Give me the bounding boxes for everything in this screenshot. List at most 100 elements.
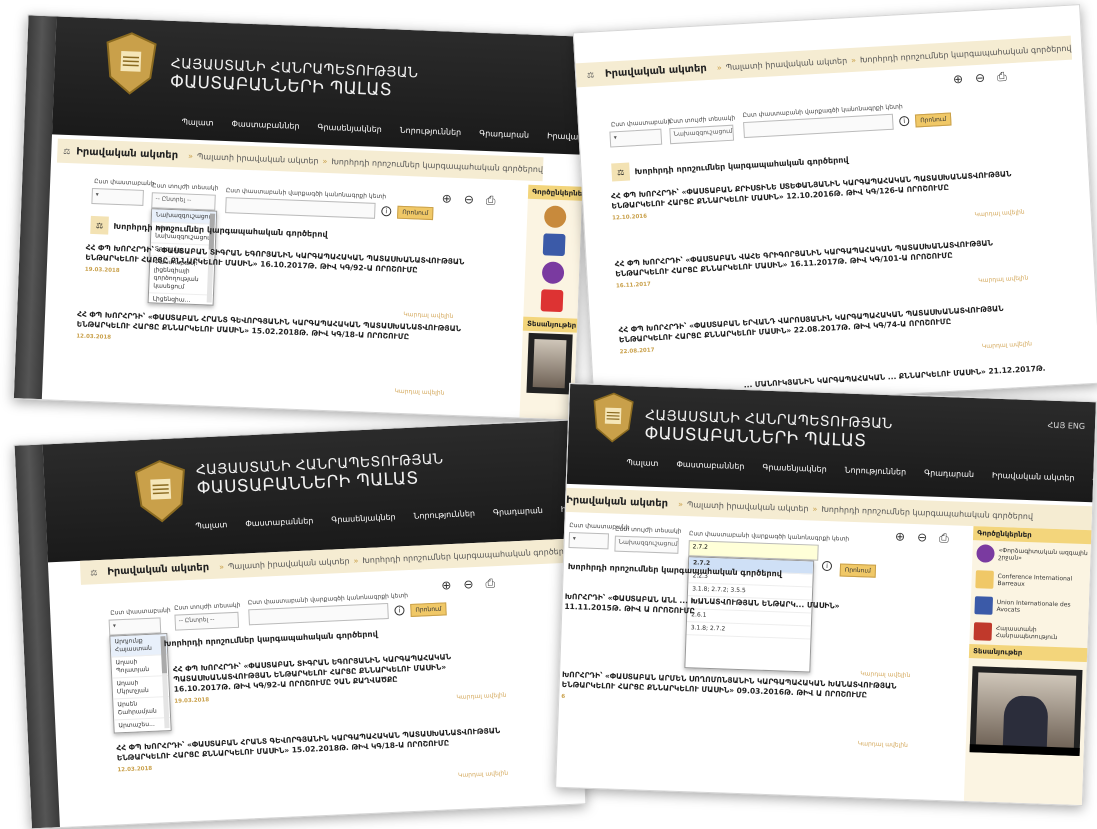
print-icon[interactable]: ⎙ (485, 576, 495, 591)
site-title: ՀԱՅԱՍՏԱՆԻ ՀԱՆՐԱՊԵՏՈՒԹՅԱՆ ՓԱՍՏԱԲԱՆՆԵՐԻ ՊԱ… (644, 407, 893, 452)
dropdown-option[interactable]: Արդյունք Հայաստան (110, 634, 168, 658)
breadcrumb-root[interactable]: Իրավական ակտեր (107, 562, 209, 578)
date-select[interactable]: ▾ (568, 531, 610, 550)
video-player[interactable] (969, 666, 1083, 756)
info-icon[interactable]: i (394, 605, 405, 616)
partner-name: Հայաստանի Հանրապետություն (995, 624, 1058, 642)
search-button[interactable]: Որոնում (397, 205, 434, 221)
nav-item[interactable]: Գրադարան (470, 128, 538, 140)
nav-item[interactable]: Նորություններ (836, 465, 916, 477)
read-more-link[interactable]: Կարդալ ավելին (978, 274, 1028, 284)
read-more-link[interactable]: Կարդալ ավելին (860, 670, 910, 679)
dropdown-option[interactable]: Լիցենզիա... (148, 293, 213, 306)
section-title: Խորհրդի որոշումներ կարգապահական գործերով (164, 629, 378, 648)
rule-text-input[interactable] (248, 602, 389, 626)
read-more-link[interactable]: Կարդալ ավելին (394, 388, 444, 397)
nav-item[interactable]: Գրասենյակներ (322, 512, 405, 525)
nav-item[interactable]: Պալատ (617, 458, 667, 469)
partner-logo-icon[interactable] (540, 289, 564, 313)
search-button[interactable]: Որոնում (839, 563, 877, 578)
zoom-in-icon[interactable]: ⊕ (895, 529, 906, 544)
nav-item[interactable]: Պալատ (172, 117, 222, 128)
read-more-link[interactable]: Կարդալ ավելին (858, 740, 908, 749)
site-title: ՀԱՅԱՍՏԱՆԻ ՀԱՆՐԱՊԵՏՈՒԹՅԱՆ ՓԱՍՏԱԲԱՆՆԵՐԻ ՊԱ… (170, 55, 419, 100)
print-icon[interactable]: ⎙ (486, 193, 496, 208)
lawyer-dropdown: Արդյունք Հայաստան Աղասի Պոլատյան Աղասի Մ… (109, 633, 172, 734)
breadcrumb-sep-icon: » (716, 62, 722, 72)
section-title-text: Խորհրդի որոշումներ կարգապահական գործերով (113, 221, 328, 239)
date-select[interactable]: ▾ (609, 128, 663, 148)
nav-item[interactable]: Փաստաբաններ (667, 459, 753, 471)
main-nav: Պալատ Փաստաբաններ Գրասենյակներ Նորությու… (172, 117, 589, 144)
breadcrumb-level2[interactable]: Պալատի իրավական ակտեր (687, 500, 809, 513)
type-select[interactable]: Նախազգուշացում (614, 535, 679, 554)
list-item[interactable]: ՀՀ ՓՊ ԽՈՐՀՐԴԻ՝ «ՓԱՍՏԱԲԱՆ ՏԻԳՐԱՆ ԵԳՈՐՅԱՆԻ… (173, 650, 495, 706)
nav-item[interactable]: Փաստաբաններ (236, 516, 322, 529)
video-title: Տեսանյութեր (968, 644, 1090, 663)
read-more-link[interactable]: Կարդալ ավելին (974, 209, 1024, 219)
breadcrumb-root[interactable]: Իրավական ակտեր (566, 494, 668, 509)
rule-text-input[interactable] (225, 197, 376, 219)
partner-logo-icon[interactable] (541, 261, 565, 285)
partner-logo-icon[interactable] (543, 205, 567, 229)
nav-item[interactable]: Իրավական ակտեր (983, 470, 1084, 483)
nav-item[interactable]: Փաստաբաններ (222, 119, 308, 131)
date-select[interactable]: ▾ (91, 187, 144, 206)
partner-logo-icon (974, 596, 994, 615)
dropdown-option[interactable]: Արսեն Շահրամյան (113, 697, 171, 721)
breadcrumb-level2[interactable]: Պալատի իրավական ակտեր (725, 56, 847, 72)
print-icon[interactable]: ⎙ (939, 531, 949, 546)
list-item[interactable]: ՀՀ ՓՊ ԽՈՐՀՐԴԻ՝ «ՓԱՍՏԱԲԱՆ ՏԻԳՐԱՆ ԵԳՈՐՅԱՆԻ… (85, 243, 466, 290)
language-switch[interactable]: ՀԱՅ ENG (1047, 421, 1085, 431)
info-icon[interactable]: i (821, 560, 833, 572)
nav-item[interactable]: Նորություններ (404, 509, 484, 522)
nav-item[interactable]: Գրասենյակներ (753, 462, 836, 474)
search-button[interactable]: Որոնում (914, 112, 952, 128)
info-icon[interactable]: i (898, 115, 910, 127)
dropdown-option[interactable]: Արտաշես... (114, 717, 171, 734)
nav-item[interactable]: Նորություններ (391, 125, 471, 137)
breadcrumb-level2[interactable]: Պալատի իրավական ակտեր (197, 151, 319, 165)
breadcrumb-level2[interactable]: Պալատի իրավական ակտեր (228, 556, 350, 571)
site-header: ՀԱՅԱՍՏԱՆԻ ՀԱՆՐԱՊԵՏՈՒԹՅԱՆ ՓԱՍՏԱԲԱՆՆԵՐԻ ՊԱ… (52, 16, 589, 155)
screenshot-card-3: ՀԱՅԱՍՏԱՆԻ ՀԱՆՐԱՊԵՏՈՒԹՅԱՆ ՓԱՍՏԱԲԱՆՆԵՐԻ ՊԱ… (13, 419, 587, 829)
breadcrumb-sep-icon: » (850, 55, 857, 65)
video-title: Տեսանյութեր (522, 316, 580, 333)
zoom-in-icon[interactable]: ⊕ (953, 72, 964, 88)
type-select[interactable]: Նախազգուշացում (669, 124, 735, 145)
nav-item[interactable]: Հետադարձ կապ (1083, 474, 1097, 486)
logo-emblem-icon[interactable] (588, 389, 638, 447)
nav-item[interactable]: Գրադարան (915, 468, 983, 479)
nav-item[interactable]: Գրասենյակներ (308, 122, 391, 134)
dropdown-option[interactable]: Աղասի Մկրտչյան (112, 676, 170, 700)
read-more-link[interactable]: Կարդալ ավելին (456, 692, 506, 701)
scales-icon: ⚖ (586, 69, 595, 80)
partner-name: Union Internationale des Avocats (996, 598, 1071, 614)
read-more-link[interactable]: Կարդալ ավելին (982, 340, 1032, 350)
dropdown-option[interactable]: Աղասի Պոլատյան (111, 655, 169, 679)
zoom-out-icon[interactable]: ⊖ (975, 71, 986, 87)
breadcrumb-root[interactable]: Իրավական ակտեր (76, 146, 178, 161)
scales-icon: ⚖ (90, 567, 98, 577)
zoom-out-icon[interactable]: ⊖ (463, 577, 474, 592)
nav-item[interactable]: Գրադարան (484, 505, 552, 517)
zoom-out-icon[interactable]: ⊖ (917, 530, 928, 545)
print-icon[interactable]: ⎙ (997, 69, 1007, 85)
nav-item[interactable]: Պալատ (186, 520, 236, 531)
partner-logo-icon[interactable] (542, 233, 566, 257)
zoom-in-icon[interactable]: ⊕ (441, 578, 452, 593)
list-item[interactable]: ՀՀ ՓՊ ԽՈՐՀՐԴԻ՝ «ՓԱՍՏԱԲԱՆ ՀՐԱՆՏ ԳԵՎՈՐԳՅԱՆ… (116, 725, 517, 775)
zoom-out-icon[interactable]: ⊖ (464, 192, 475, 207)
type-select[interactable]: -- Ընտրել -- (174, 611, 240, 631)
zoom-in-icon[interactable]: ⊕ (442, 191, 453, 206)
logo-emblem-icon[interactable] (100, 28, 163, 98)
search-button[interactable]: Որոնում (410, 602, 447, 617)
breadcrumb-root[interactable]: Իրավական ակտեր (605, 63, 707, 80)
info-icon[interactable]: i (381, 206, 392, 217)
main-nav: Պալատ Փաստաբաններ Գրասենյակներ Նորությու… (617, 458, 1097, 486)
scales-icon: ⚖ (90, 215, 109, 235)
video-thumbnail[interactable] (526, 332, 573, 395)
read-more-link[interactable]: Կարդալ ավելին (403, 311, 453, 320)
logo-emblem-icon[interactable] (129, 456, 192, 527)
read-more-link[interactable]: Կարդալ ավելին (458, 770, 508, 779)
